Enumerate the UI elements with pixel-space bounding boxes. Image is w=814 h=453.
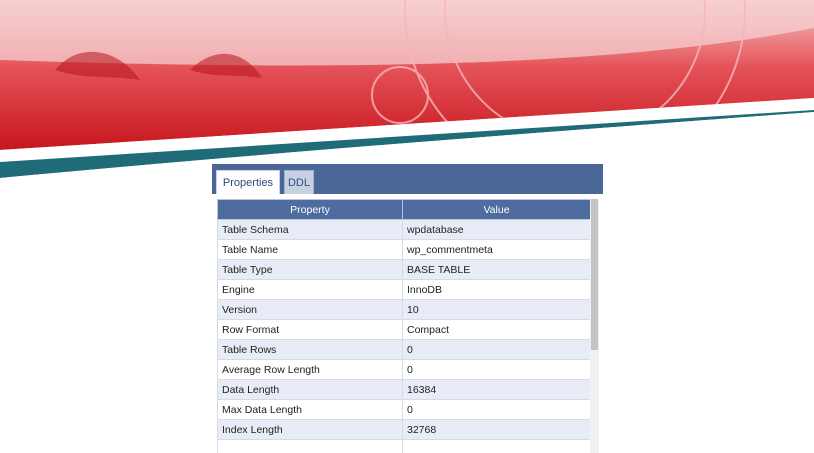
property-cell: Version (217, 299, 403, 320)
property-cell: Average Row Length (217, 359, 403, 380)
property-cell: Table Schema (217, 219, 403, 240)
value-cell: 32768 (402, 419, 590, 440)
property-cell: Table Name (217, 239, 403, 260)
table-row[interactable]: Index Length 32768 (217, 419, 590, 440)
table-row[interactable]: Table Rows 0 (217, 339, 590, 360)
value-cell: 16384 (402, 379, 590, 400)
property-cell: Table Rows (217, 339, 403, 360)
table-row[interactable]: Table Name wp_commentmeta (217, 239, 590, 260)
value-cell: 0 (402, 399, 590, 420)
value-cell (402, 439, 590, 453)
table-row[interactable]: Table Schema wpdatabase (217, 219, 590, 240)
table-row[interactable]: Row Format Compact (217, 319, 590, 340)
header-row: Property Value (217, 199, 590, 220)
column-header-property[interactable]: Property (217, 199, 403, 220)
value-cell: 10 (402, 299, 590, 320)
scrollbar-thumb[interactable] (591, 199, 598, 350)
property-cell: Data Length (217, 379, 403, 400)
property-cell: Row Format (217, 319, 403, 340)
table-row[interactable] (217, 439, 590, 453)
property-cell: Engine (217, 279, 403, 300)
table-row[interactable]: Average Row Length 0 (217, 359, 590, 380)
value-cell: 0 (402, 359, 590, 380)
properties-grid: Property Value Table Schema wpdatabase T… (217, 199, 590, 453)
table-row[interactable]: Max Data Length 0 (217, 399, 590, 420)
value-cell: BASE TABLE (402, 259, 590, 280)
tab-bar-divider (212, 194, 603, 198)
tab-properties[interactable]: Properties (216, 170, 280, 194)
tab-ddl[interactable]: DDL (284, 170, 314, 194)
table-row[interactable]: Version 10 (217, 299, 590, 320)
value-cell: wp_commentmeta (402, 239, 590, 260)
table-row[interactable]: Table Type BASE TABLE (217, 259, 590, 280)
property-cell (217, 439, 403, 453)
properties-table: Property Value Table Schema wpdatabase T… (217, 199, 590, 453)
column-header-value[interactable]: Value (402, 199, 590, 220)
value-cell: Compact (402, 319, 590, 340)
value-cell: InnoDB (402, 279, 590, 300)
value-cell: 0 (402, 339, 590, 360)
grid-vertical-scrollbar[interactable] (590, 199, 599, 453)
value-cell: wpdatabase (402, 219, 590, 240)
property-cell: Max Data Length (217, 399, 403, 420)
tab-bar: Properties DDL (212, 164, 603, 194)
property-cell: Table Type (217, 259, 403, 280)
table-properties-panel: Properties DDL Property Value Table Sche… (212, 164, 603, 453)
property-cell: Index Length (217, 419, 403, 440)
table-row[interactable]: Data Length 16384 (217, 379, 590, 400)
table-row[interactable]: Engine InnoDB (217, 279, 590, 300)
